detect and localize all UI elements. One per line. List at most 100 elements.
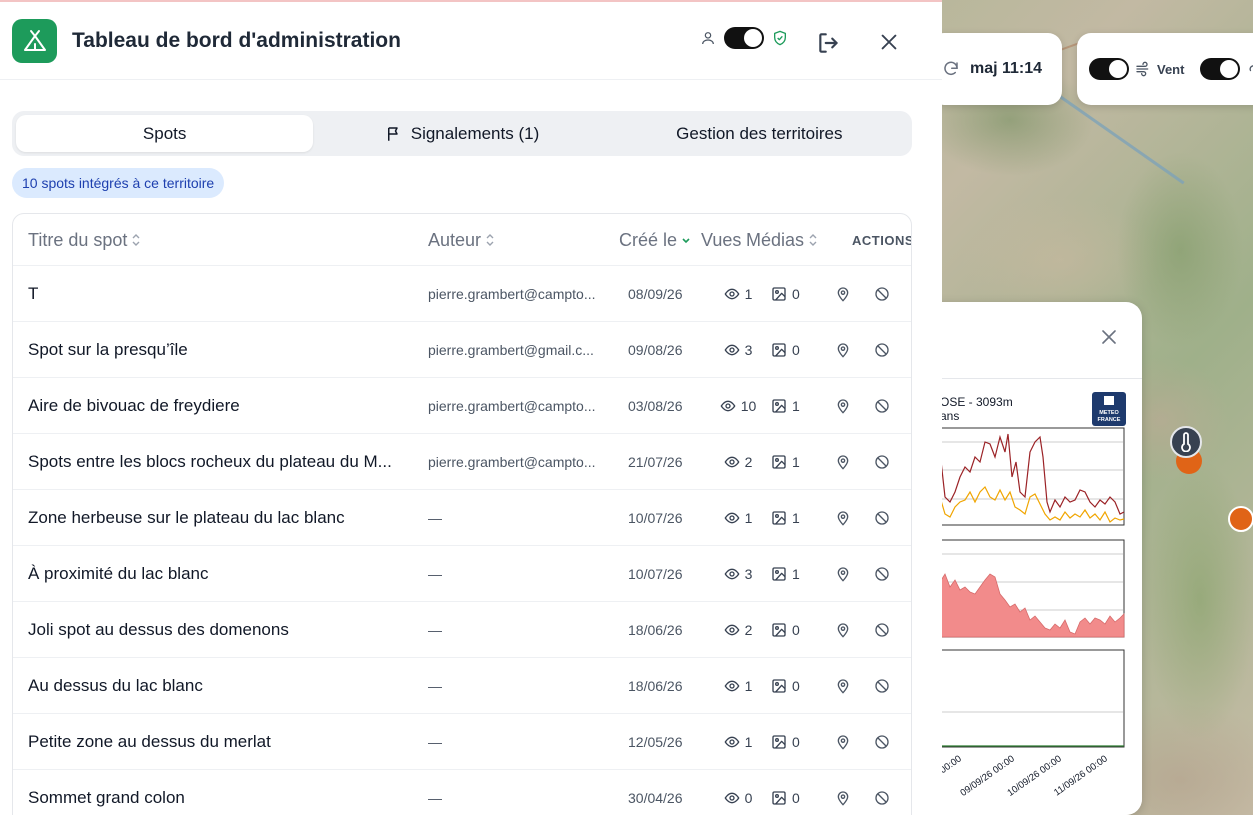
spot-title: Spot sur la presqu’île	[28, 340, 188, 359]
map-pin-icon	[837, 623, 849, 638]
ban-icon	[875, 679, 889, 693]
sort-icon	[132, 234, 140, 246]
spot-title: À proximité du lac blanc	[28, 564, 209, 583]
spot-views: 10	[713, 378, 763, 434]
spot-author: —	[428, 790, 442, 806]
locate-spot-button[interactable]	[835, 434, 853, 490]
ban-spot-button[interactable]	[874, 770, 892, 815]
spot-views: 3	[713, 546, 763, 602]
column-header-media[interactable]: Médias	[746, 214, 818, 266]
locate-spot-button[interactable]	[835, 602, 853, 658]
locate-spot-button[interactable]	[835, 770, 853, 815]
table-row[interactable]: Sommet grand colon — 30/04/26 0 0	[13, 770, 911, 815]
table-body: T pierre.grambert@campto... 08/09/26 1 0…	[13, 266, 911, 815]
table-row[interactable]: Aire de bivouac de freydiere pierre.gram…	[13, 378, 911, 434]
image-icon	[772, 567, 786, 581]
tab-reports[interactable]: Signalements (1)	[313, 115, 610, 152]
map-pin-icon	[837, 567, 849, 582]
spot-media: 0	[771, 602, 811, 658]
station-sub: ans	[940, 409, 959, 423]
meteo-france-logo: METEO FRANCE	[1092, 392, 1126, 426]
column-header-author[interactable]: Auteur	[428, 214, 495, 266]
locate-spot-button[interactable]	[835, 378, 853, 434]
spot-media: 0	[771, 658, 811, 714]
map-pin-icon	[837, 455, 849, 470]
map-marker-orange[interactable]	[1228, 506, 1253, 532]
spots-table: Titre du spot Auteur Créé le Vues Médias…	[12, 213, 912, 815]
spot-media: 0	[771, 322, 811, 378]
table-header: Titre du spot Auteur Créé le Vues Médias…	[13, 214, 911, 266]
refresh-icon[interactable]	[942, 60, 960, 78]
table-row[interactable]: Spot sur la presqu’île pierre.grambert@g…	[13, 322, 911, 378]
tab-territories[interactable]: Gestion des territoires	[611, 115, 908, 152]
table-row[interactable]: Zone herbeuse sur le plateau du lac blan…	[13, 490, 911, 546]
tab-spots[interactable]: Spots	[16, 115, 314, 152]
column-header-views[interactable]: Vues	[701, 214, 741, 266]
shield-check-icon	[774, 30, 786, 46]
wind-toggle[interactable]	[1200, 58, 1241, 80]
close-icon[interactable]	[1102, 330, 1116, 344]
spot-views: 2	[713, 602, 763, 658]
spot-date: 12/05/26	[628, 734, 683, 750]
ban-spot-button[interactable]	[874, 546, 892, 602]
table-row[interactable]: T pierre.grambert@campto... 08/09/26 1 0	[13, 266, 911, 322]
tent-icon	[23, 29, 46, 51]
spot-date: 08/09/26	[628, 286, 683, 302]
column-header-created[interactable]: Créé le	[619, 214, 691, 266]
spot-title: Spots entre les blocs rocheux du plateau…	[28, 452, 392, 471]
locate-spot-button[interactable]	[835, 714, 853, 770]
eye-icon	[724, 456, 740, 468]
spot-title: Sommet grand colon	[28, 788, 185, 807]
logout-icon[interactable]	[816, 30, 842, 56]
wind-icon	[1136, 61, 1149, 77]
map-marker-thermometer[interactable]	[1170, 426, 1202, 458]
ban-spot-button[interactable]	[874, 658, 892, 714]
mode-switch	[700, 27, 788, 49]
spot-author: —	[428, 510, 442, 526]
map-update-card[interactable]: maj 11:14	[930, 33, 1062, 105]
locate-spot-button[interactable]	[835, 322, 853, 378]
ban-spot-button[interactable]	[874, 490, 892, 546]
spot-author: —	[428, 734, 442, 750]
ban-spot-button[interactable]	[874, 266, 892, 322]
table-row[interactable]: Spots entre les blocs rocheux du plateau…	[13, 434, 911, 490]
ban-spot-button[interactable]	[874, 714, 892, 770]
map-pin-icon	[837, 343, 849, 358]
spot-views: 1	[713, 266, 763, 322]
ban-spot-button[interactable]	[874, 434, 892, 490]
spot-media: 1	[771, 490, 811, 546]
column-header-title[interactable]: Titre du spot	[28, 214, 141, 266]
close-icon[interactable]	[878, 31, 900, 53]
admin-mode-toggle[interactable]	[724, 27, 764, 49]
spot-title: Au dessus du lac blanc	[28, 676, 203, 695]
spot-media: 0	[771, 266, 811, 322]
map-pin-icon	[837, 511, 849, 526]
table-row[interactable]: Joli spot au dessus des domenons — 18/06…	[13, 602, 911, 658]
spot-title: Aire de bivouac de freydiere	[28, 396, 240, 415]
ban-spot-button[interactable]	[874, 602, 892, 658]
spot-count-badge: 10 spots intégrés à ce territoire	[12, 168, 225, 198]
locate-spot-button[interactable]	[835, 490, 853, 546]
table-row[interactable]: À proximité du lac blanc — 10/07/26 3 1	[13, 546, 911, 602]
map-pin-icon	[837, 399, 849, 414]
thermometer-icon	[1181, 432, 1191, 452]
panel-header: Tableau de bord d'administration	[0, 2, 942, 80]
svg-text:FRANCE: FRANCE	[1098, 417, 1121, 423]
locate-spot-button[interactable]	[835, 266, 853, 322]
spot-title: Petite zone au dessus du merlat	[28, 732, 271, 751]
image-icon	[772, 343, 786, 357]
ban-spot-button[interactable]	[874, 378, 892, 434]
table-row[interactable]: Petite zone au dessus du merlat — 12/05/…	[13, 714, 911, 770]
locate-spot-button[interactable]	[835, 546, 853, 602]
table-row[interactable]: Au dessus du lac blanc — 18/06/26 1 0	[13, 658, 911, 714]
ban-icon	[875, 287, 889, 301]
ban-icon	[875, 343, 889, 357]
locate-spot-button[interactable]	[835, 658, 853, 714]
spot-media: 1	[771, 434, 811, 490]
ban-spot-button[interactable]	[874, 322, 892, 378]
wind-label: Vent	[1157, 61, 1185, 77]
sort-icon	[486, 234, 494, 246]
layer-toggle-1[interactable]	[1089, 58, 1129, 80]
image-icon	[772, 623, 786, 637]
map-pin-icon	[837, 735, 849, 750]
